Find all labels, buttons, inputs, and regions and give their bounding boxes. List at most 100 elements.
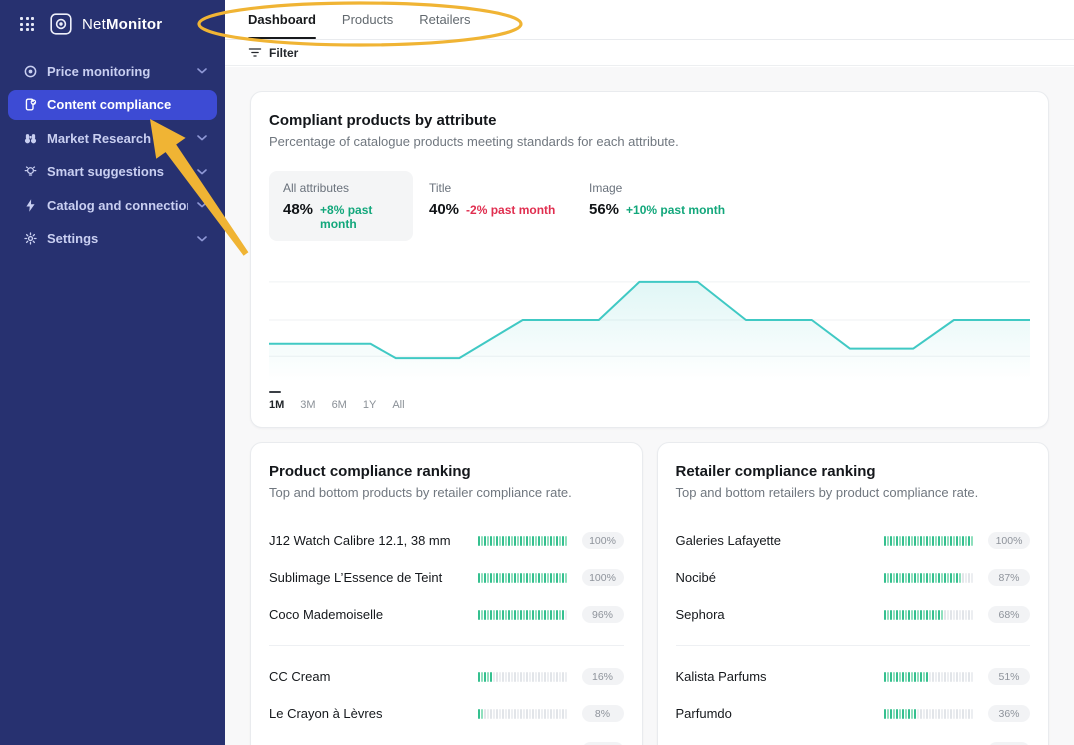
tick — [941, 610, 943, 620]
sidebar-item-price-monitoring[interactable]: Price monitoring — [8, 56, 217, 86]
product-ranking-card: Product compliance ranking Top and botto… — [250, 442, 643, 745]
range-3m[interactable]: 3M — [300, 391, 315, 411]
filter-icon — [248, 46, 262, 59]
tick — [953, 573, 955, 583]
tick — [499, 573, 501, 583]
tick — [550, 536, 552, 546]
sidebar-item-catalog-and-connections[interactable]: Catalog and connections — [8, 190, 217, 220]
tick — [926, 610, 928, 620]
tick — [547, 672, 549, 682]
stat-all-attributes[interactable]: All attributes48%+8% past month — [269, 171, 413, 241]
tick — [487, 610, 489, 620]
tick — [950, 573, 952, 583]
tick — [923, 610, 925, 620]
tick — [493, 536, 495, 546]
tick — [890, 709, 892, 719]
tick — [481, 536, 483, 546]
app-window: NetMonitor Price monitoringContent compl… — [0, 0, 1074, 745]
range-1y[interactable]: 1Y — [363, 391, 376, 411]
tick — [893, 573, 895, 583]
compliance-tick-bar — [478, 573, 568, 583]
tick — [929, 610, 931, 620]
tick — [890, 536, 892, 546]
tick — [968, 709, 970, 719]
compliance-tick-bar — [884, 610, 974, 620]
tick — [556, 536, 558, 546]
tick — [520, 709, 522, 719]
tick — [529, 610, 531, 620]
tick — [484, 709, 486, 719]
tick — [890, 573, 892, 583]
tick — [499, 536, 501, 546]
tick — [508, 536, 510, 546]
stat-image[interactable]: Image56%+10% past month — [589, 171, 733, 241]
tick — [944, 672, 946, 682]
apps-grid-icon[interactable] — [20, 17, 34, 31]
tick — [914, 610, 916, 620]
binoculars-icon — [22, 130, 38, 146]
tick — [926, 573, 928, 583]
tick — [911, 610, 913, 620]
chevron-down-icon — [197, 68, 207, 74]
range-6m[interactable]: 6M — [332, 391, 347, 411]
tick — [884, 672, 886, 682]
tick — [562, 573, 564, 583]
tick — [505, 709, 507, 719]
product-row-sublimage-l-essence-de-teint: Sublimage L’Essence de Teint100% — [269, 559, 624, 596]
tick — [478, 536, 480, 546]
tick — [935, 610, 937, 620]
tick — [517, 536, 519, 546]
tick — [932, 709, 934, 719]
sidebar-item-market-research[interactable]: Market Research — [8, 123, 217, 153]
tick — [481, 573, 483, 583]
tab-products[interactable]: Products — [342, 0, 393, 39]
tick — [544, 536, 546, 546]
tick — [535, 536, 537, 546]
sidebar-item-content-compliance[interactable]: Content compliance — [8, 90, 217, 120]
range-1m[interactable]: 1M — [269, 391, 284, 411]
tick — [902, 536, 904, 546]
tick — [547, 536, 549, 546]
stat-delta: -2% past month — [466, 203, 555, 217]
sidebar-item-smart-suggestions[interactable]: Smart suggestions — [8, 157, 217, 187]
tick — [541, 610, 543, 620]
tick — [520, 573, 522, 583]
tick — [502, 709, 504, 719]
sidebar-item-label: Price monitoring — [47, 64, 188, 79]
tick — [953, 536, 955, 546]
compliance-tick-bar — [884, 672, 974, 682]
tab-retailers[interactable]: Retailers — [419, 0, 470, 39]
tab-dashboard[interactable]: Dashboard — [248, 0, 316, 39]
retailer-name: Parfumdo — [676, 706, 871, 721]
tick — [505, 672, 507, 682]
tick — [962, 536, 964, 546]
tick — [517, 610, 519, 620]
stat-delta: +8% past month — [320, 203, 399, 231]
chevron-down-icon — [197, 236, 207, 242]
sidebar-item-settings[interactable]: Settings — [8, 224, 217, 254]
tick — [496, 573, 498, 583]
tick — [971, 573, 973, 583]
tick — [932, 610, 934, 620]
sidebar-item-label: Market Research — [47, 131, 188, 146]
range-all[interactable]: All — [392, 391, 404, 411]
tick — [959, 536, 961, 546]
stat-title[interactable]: Title40%-2% past month — [429, 171, 573, 241]
tick — [971, 536, 973, 546]
tick — [520, 672, 522, 682]
tick — [523, 672, 525, 682]
tick — [947, 610, 949, 620]
active-range-marker — [300, 391, 312, 393]
tick — [550, 709, 552, 719]
tick — [920, 610, 922, 620]
tick — [968, 610, 970, 620]
tick — [532, 573, 534, 583]
dashboard-content: Compliant products by attribute Percenta… — [225, 67, 1074, 745]
sidebar-item-label: Catalog and connections — [47, 198, 188, 213]
filter-button[interactable]: Filter — [248, 46, 298, 60]
stat-line: 48%+8% past month — [283, 201, 399, 231]
tick — [899, 709, 901, 719]
tick — [487, 573, 489, 583]
tick — [899, 610, 901, 620]
tick — [893, 672, 895, 682]
